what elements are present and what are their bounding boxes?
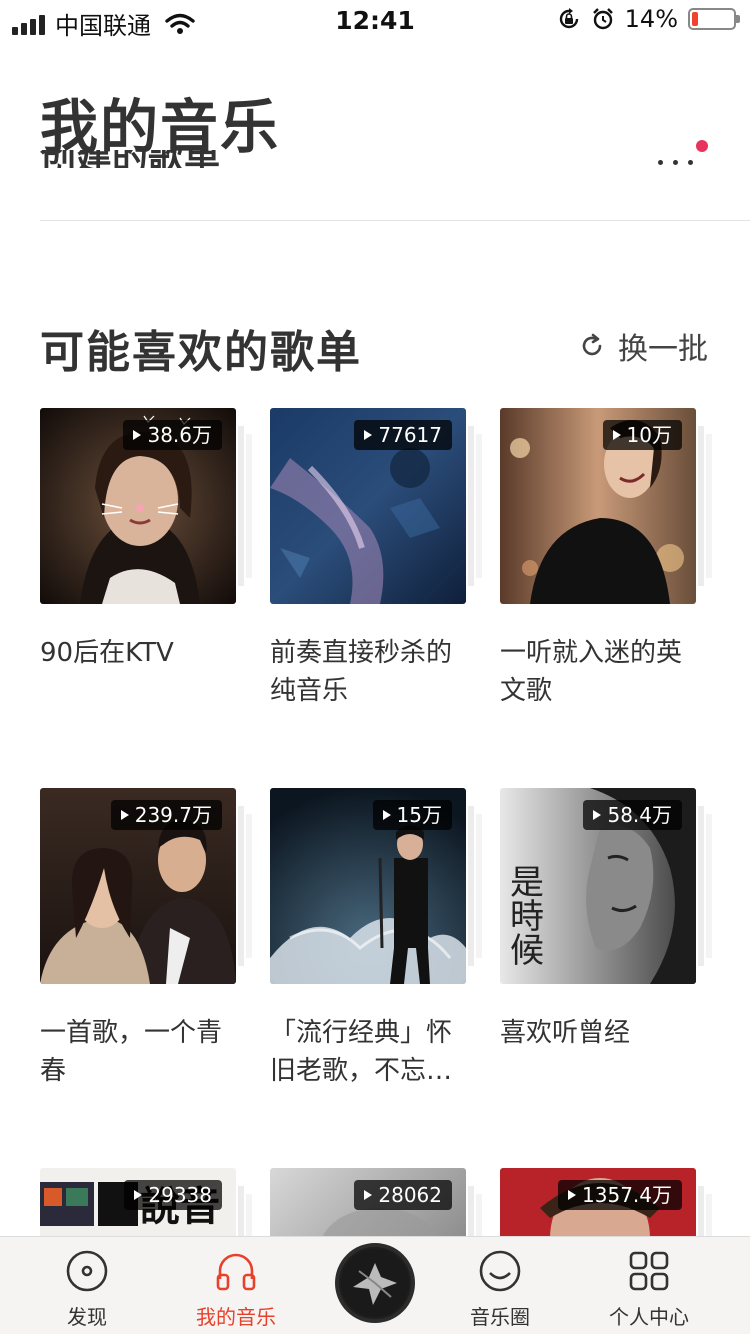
section-title: 可能喜欢的歌单 — [40, 327, 362, 378]
playlist-title[interactable]: 前奏直接秒杀的纯音乐 — [270, 634, 476, 710]
playlist-title[interactable]: 90后在KTV — [40, 634, 246, 672]
tab-label: 发现 — [67, 1305, 107, 1329]
play-count: 239.7万 — [110, 800, 222, 830]
playlist-card[interactable]: 是時候 58.4万 喜欢听曾经 — [500, 788, 712, 1052]
cover-calligraphy: 是時候 — [510, 863, 544, 971]
scrolled-content-peek: 创建的歌单 — [40, 150, 340, 168]
album-art-icon — [341, 1249, 409, 1317]
play-count: 58.4万 — [583, 800, 682, 830]
playlist-cover[interactable]: 239.7万 — [40, 788, 236, 984]
alarm-icon — [592, 8, 613, 30]
now-playing-button[interactable] — [335, 1243, 415, 1323]
playlist-card[interactable]: 10万 一听就入迷的英文歌 — [500, 408, 712, 710]
status-bar: 中国联通 12:41 14% — [0, 0, 750, 42]
tab-music-circle[interactable]: 音乐圈 — [425, 1237, 575, 1334]
play-count: 1357.4万 — [558, 1180, 682, 1210]
playlist-cover[interactable]: 77617 — [270, 408, 466, 604]
notification-badge — [696, 140, 708, 152]
playlist-card[interactable]: 38.6万 90后在KTV — [40, 408, 252, 672]
battery-icon — [688, 8, 740, 30]
refresh-icon — [582, 333, 602, 356]
playlist-title[interactable]: 一首歌，一个青春 — [40, 1014, 246, 1090]
playlist-cover[interactable]: 是時候 58.4万 — [500, 788, 696, 984]
tab-label: 音乐圈 — [470, 1305, 530, 1329]
refresh-button[interactable]: 换一批 — [578, 324, 708, 368]
playlist-card[interactable]: 15万 「流行经典」怀旧老歌，不忘… — [270, 788, 482, 1090]
battery-level-fill — [692, 12, 698, 26]
playlist-title[interactable]: 喜欢听曾经 — [500, 1014, 706, 1052]
divider — [40, 220, 750, 221]
headphones-icon — [216, 1253, 256, 1291]
playlist-cover[interactable]: 38.6万 — [40, 408, 236, 604]
playlist-card[interactable]: 77617 前奏直接秒杀的纯音乐 — [270, 408, 482, 710]
playlist-cover[interactable]: 15万 — [270, 788, 466, 984]
refresh-label: 换一批 — [618, 332, 708, 367]
play-count: 77617 — [354, 420, 452, 450]
tab-label: 我的音乐 — [196, 1305, 276, 1329]
more-button[interactable] — [652, 140, 708, 186]
play-count: 29338 — [124, 1180, 222, 1210]
more-dots-icon — [658, 160, 693, 165]
play-count: 10万 — [602, 420, 682, 450]
play-count: 15万 — [372, 800, 452, 830]
battery-percent: 14% — [624, 5, 678, 33]
playlist-cover[interactable]: 10万 — [500, 408, 696, 604]
playlist-card[interactable]: 239.7万 一首歌，一个青春 — [40, 788, 252, 1090]
grid-icon — [629, 1251, 669, 1291]
page-header: 我的音乐 创建的歌单 — [0, 42, 750, 222]
tab-discover[interactable]: 发现 — [12, 1237, 162, 1334]
tab-profile[interactable]: 个人中心 — [574, 1237, 724, 1334]
play-count: 28062 — [354, 1180, 452, 1210]
tab-my-music[interactable]: 我的音乐 — [161, 1237, 311, 1334]
playlist-title[interactable]: 一听就入迷的英文歌 — [500, 634, 706, 710]
play-count: 38.6万 — [123, 420, 222, 450]
rotation-lock-icon — [559, 8, 578, 29]
smile-face-icon — [479, 1250, 521, 1292]
playlist-title[interactable]: 「流行经典」怀旧老歌，不忘… — [270, 1014, 476, 1090]
disc-icon — [66, 1250, 108, 1292]
tab-label: 个人中心 — [609, 1305, 689, 1329]
